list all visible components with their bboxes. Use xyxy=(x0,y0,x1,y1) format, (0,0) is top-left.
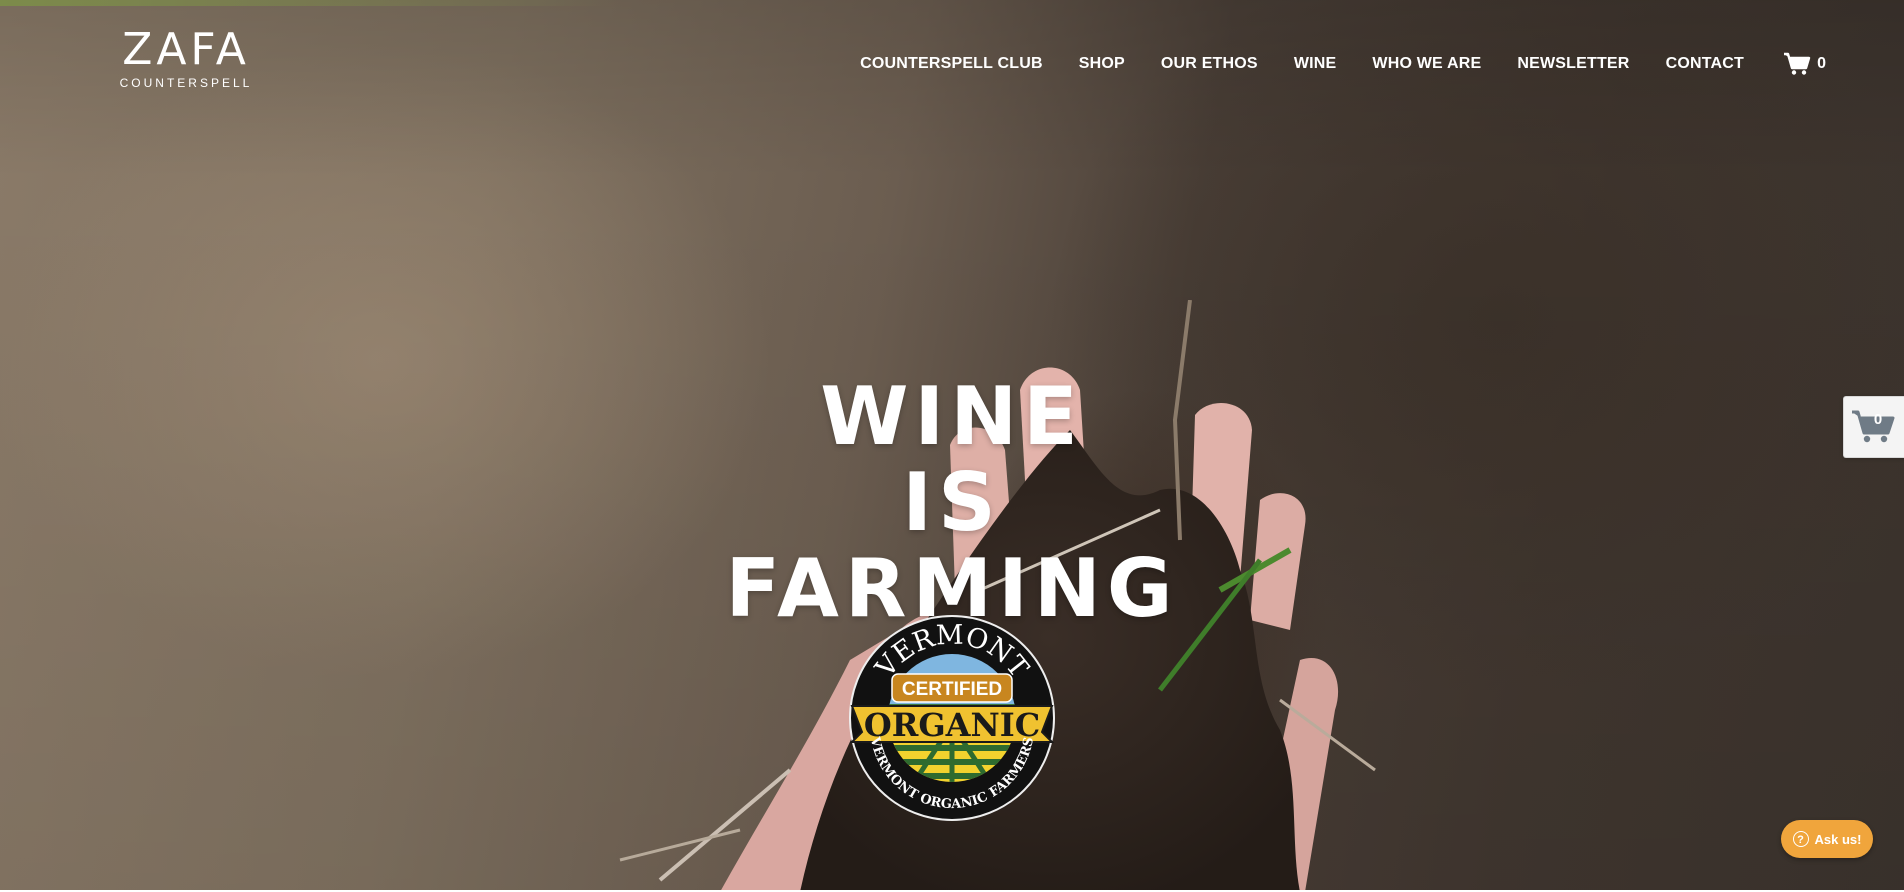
hero-headline: WINE IS FARMING xyxy=(652,369,1252,632)
side-cart-count: 0 xyxy=(1873,411,1883,428)
nav-who-we-are[interactable]: WHO WE ARE xyxy=(1372,50,1481,78)
nav-newsletter[interactable]: NEWSLETTER xyxy=(1517,50,1629,78)
main-nav: COUNTERSPELL CLUB SHOP OUR ETHOS WINE WH… xyxy=(860,50,1744,78)
cart-icon xyxy=(1784,52,1811,75)
ask-us-label: Ask us! xyxy=(1814,831,1862,847)
badge-organic-text: ORGANIC xyxy=(864,706,1040,744)
header-cart-button[interactable]: 0 xyxy=(1783,50,1826,78)
headline-line: IS xyxy=(902,455,1002,549)
vermont-organic-badge: VERMONT CERTIFIED ORGANIC VERMONT ORGANI… xyxy=(849,615,1055,821)
nav-contact[interactable]: CONTACT xyxy=(1666,50,1744,78)
brand-name: ZAFA xyxy=(122,24,250,75)
nav-shop[interactable]: SHOP xyxy=(1079,50,1125,78)
badge-certified-text: CERTIFIED xyxy=(902,679,1002,700)
nav-counterspell-club[interactable]: COUNTERSPELL CLUB xyxy=(860,50,1043,78)
site-header: ZAFA COUNTERSPELL COUNTERSPELL CLUB SHOP… xyxy=(0,0,1904,120)
question-icon: ? xyxy=(1792,831,1809,847)
nav-wine[interactable]: WINE xyxy=(1294,50,1337,78)
header-cart-count: 0 xyxy=(1817,55,1826,72)
ask-us-chat-button[interactable]: ? Ask us! xyxy=(1781,820,1873,858)
nav-our-ethos[interactable]: OUR ETHOS xyxy=(1161,50,1258,78)
brand-subtitle: COUNTERSPELL xyxy=(119,76,253,90)
brand-logo[interactable]: ZAFA COUNTERSPELL xyxy=(96,24,276,91)
side-cart-button[interactable]: 0 xyxy=(1843,396,1904,458)
headline-line: WINE xyxy=(820,369,1084,463)
